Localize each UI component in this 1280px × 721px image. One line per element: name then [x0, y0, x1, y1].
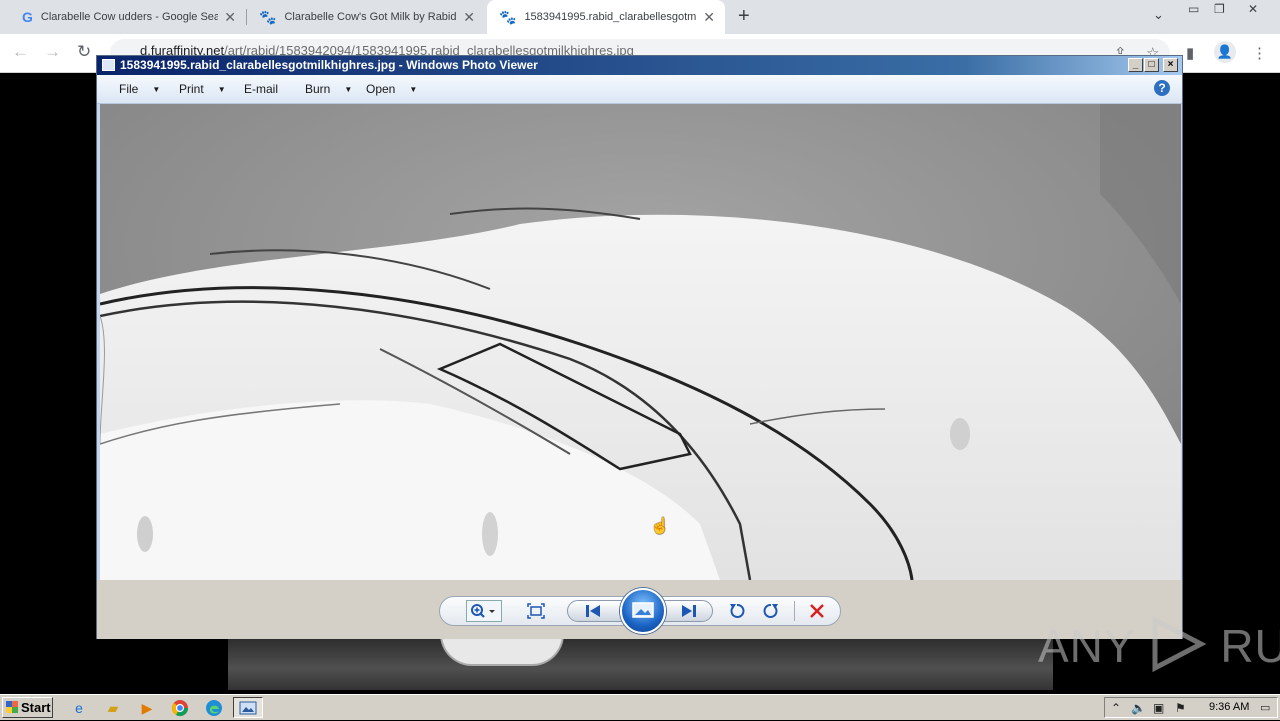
menu-burn-label: Burn: [305, 82, 331, 96]
profile-avatar-icon[interactable]: 👤: [1214, 41, 1236, 63]
photo-viewer-taskbar-button[interactable]: [233, 697, 263, 718]
actual-size-button[interactable]: [524, 600, 548, 622]
paw-icon: 🐾: [259, 8, 277, 25]
windows-logo-icon: [6, 701, 18, 713]
delete-x-icon: [810, 604, 824, 618]
folder-icon[interactable]: ▰: [104, 699, 122, 717]
tab-title: Clarabelle Cow udders - Google Search: [40, 11, 219, 23]
rotate-clockwise-button[interactable]: [759, 600, 783, 622]
edge-icon[interactable]: [205, 699, 223, 717]
close-tab-icon[interactable]: ✕: [224, 9, 236, 26]
menu-kebab-icon[interactable]: ⋮: [1252, 44, 1267, 62]
close-icon[interactable]: ✕: [1248, 2, 1258, 16]
tray-expand-icon[interactable]: ⌃: [1111, 701, 1121, 715]
magnifier-icon: [471, 604, 495, 618]
google-icon: G: [22, 9, 33, 25]
close-button[interactable]: ×: [1163, 58, 1178, 72]
menu-print-label: Print: [179, 82, 204, 96]
slideshow-icon: [632, 602, 654, 618]
caret-down-icon: ▼: [152, 85, 161, 94]
caret-down-icon: ▼: [409, 85, 418, 94]
menu-open-label: Open: [366, 82, 396, 96]
window-title: 1583941995.rabid_clarabellesgotmilkhighr…: [120, 58, 538, 72]
chrome-icon[interactable]: [171, 699, 189, 717]
photo-display[interactable]: [100, 104, 1181, 580]
tab-fur-affinity[interactable]: 🐾 Clarabelle Cow's Got Milk by Rabid -- …: [247, 0, 485, 34]
menu-print[interactable]: Print ▼: [179, 82, 226, 96]
rotate-left-icon: [730, 604, 745, 618]
tab-google-search[interactable]: G Clarabelle Cow udders - Google Search …: [0, 0, 246, 34]
media-player-icon[interactable]: ▶: [138, 699, 156, 717]
divider: [794, 601, 795, 621]
watermark-any: ANY: [1038, 620, 1135, 672]
menu-email[interactable]: E-mail: [244, 82, 278, 96]
rotate-counterclockwise-button[interactable]: [725, 600, 749, 622]
start-button[interactable]: Start: [2, 697, 53, 718]
chevron-down-icon[interactable]: ⌄: [1153, 7, 1164, 23]
control-bar: [97, 580, 1182, 639]
page-image: [228, 636, 1053, 690]
caret-down-icon: ▼: [217, 85, 226, 94]
forward-icon[interactable]: →: [44, 42, 61, 62]
taskbar: Start e ▰ ▶ ⌃ 🔈 ▣ ⚑ 9:36 AM ▭: [0, 694, 1280, 720]
previous-icon: [586, 605, 600, 617]
sidebar-icon[interactable]: ▮: [1186, 44, 1194, 62]
caret-down-icon: ▼: [344, 85, 353, 94]
play-logo-icon: [1152, 615, 1206, 673]
actual-size-icon: [527, 603, 545, 619]
tab-title: 1583941995.rabid_clarabellesgotmilkhighr…: [524, 11, 698, 23]
zoomed-photo: [100, 104, 1181, 580]
title-bar[interactable]: 1583941995.rabid_clarabellesgotmilkhighr…: [97, 56, 1182, 75]
watermark-run: RUN: [1220, 620, 1280, 672]
photo-viewer-window: 1583941995.rabid_clarabellesgotmilkhighr…: [96, 55, 1183, 639]
reload-icon[interactable]: ↻: [77, 42, 91, 62]
network-icon[interactable]: ▣: [1153, 701, 1164, 715]
internet-explorer-icon[interactable]: e: [70, 699, 88, 717]
menu-burn[interactable]: Burn ▼: [305, 82, 352, 96]
back-icon[interactable]: ←: [12, 42, 29, 62]
photo-viewer-taskbar-icon: [239, 701, 257, 715]
browser-tab-strip: G Clarabelle Cow udders - Google Search …: [0, 0, 1280, 34]
menu-file-label: File: [119, 82, 139, 96]
maximize-button[interactable]: □: [1144, 58, 1159, 72]
slideshow-button[interactable]: [620, 588, 666, 634]
anyrun-watermark: ANY RUN: [1038, 615, 1280, 673]
restore-icon[interactable]: ❐: [1214, 2, 1225, 16]
next-icon: [682, 605, 696, 617]
action-center-flag-icon[interactable]: ⚑: [1175, 701, 1186, 715]
next-button[interactable]: [677, 600, 701, 622]
paw-icon: 🐾: [499, 8, 517, 25]
tab-title: Clarabelle Cow's Got Milk by Rabid -- Fu…: [284, 11, 457, 23]
help-icon[interactable]: ?: [1154, 80, 1170, 96]
close-tab-icon[interactable]: ✕: [463, 9, 475, 26]
previous-button[interactable]: [581, 600, 605, 622]
close-tab-icon[interactable]: ✕: [703, 9, 715, 26]
photo-viewer-icon: [102, 59, 115, 71]
menu-open[interactable]: Open ▼: [366, 82, 417, 96]
delete-button[interactable]: [805, 600, 829, 622]
minimize-icon[interactable]: ▭: [1188, 2, 1199, 16]
new-tab-button[interactable]: +: [738, 5, 750, 28]
tab-image[interactable]: 🐾 1583941995.rabid_clarabellesgotmilkhig…: [487, 0, 725, 34]
start-label: Start: [21, 700, 51, 715]
menu-file[interactable]: File ▼: [119, 82, 160, 96]
minimize-button[interactable]: _: [1128, 58, 1143, 72]
volume-icon[interactable]: 🔈: [1131, 701, 1146, 715]
hand-cursor-icon: ☝: [650, 518, 670, 535]
clock[interactable]: 9:36 AM: [1209, 701, 1249, 713]
show-desktop-icon[interactable]: ▭: [1260, 701, 1270, 714]
zoom-button[interactable]: [466, 600, 502, 622]
system-tray: ⌃ 🔈 ▣ ⚑: [1104, 697, 1278, 718]
menu-bar: File ▼ Print ▼ E-mail Burn ▼ Open ▼ ?: [97, 75, 1182, 104]
rotate-right-icon: [763, 604, 778, 618]
